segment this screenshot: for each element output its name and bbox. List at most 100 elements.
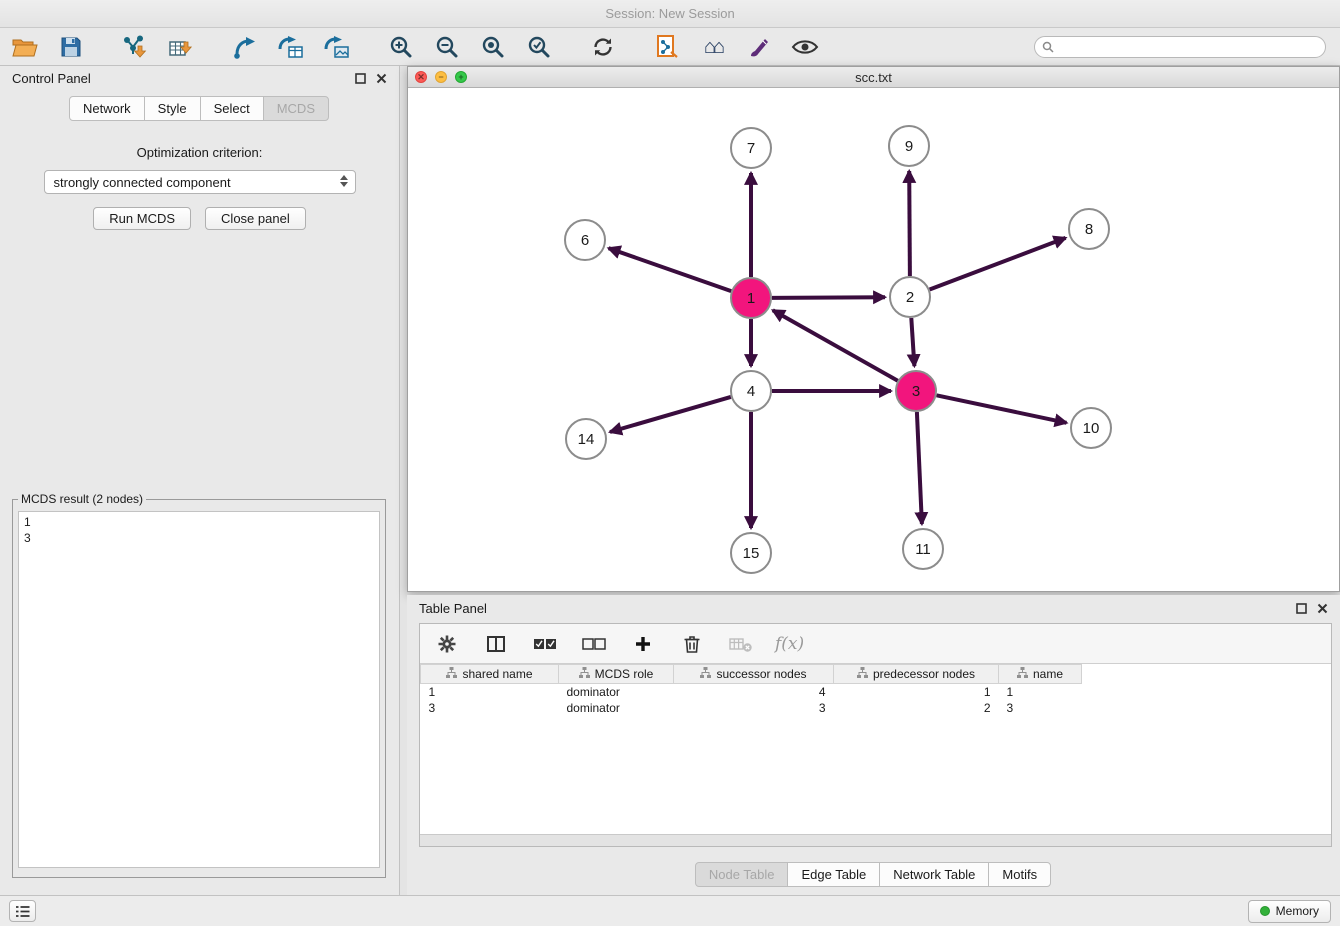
table-cell-mcds-role[interactable]: dominator — [559, 684, 674, 700]
column-header-label: MCDS role — [595, 667, 654, 681]
float-panel-icon[interactable] — [355, 73, 366, 84]
select-all-columns-icon[interactable] — [530, 629, 560, 659]
minimize-window-icon[interactable]: − — [435, 71, 447, 83]
zoom-out-icon[interactable] — [432, 32, 462, 62]
show-columns-icon[interactable] — [481, 629, 511, 659]
create-column-icon[interactable] — [628, 629, 658, 659]
network-from-selection-icon[interactable] — [230, 32, 260, 62]
tab-style[interactable]: Style — [144, 96, 201, 121]
nested-network-icon[interactable]: ⌂⌂ — [698, 32, 728, 62]
table-settings-gear-icon[interactable] — [432, 629, 462, 659]
mcds-result-list[interactable]: 13 — [18, 511, 380, 868]
close-panel-icon[interactable] — [376, 73, 387, 84]
graph-node-6[interactable]: 6 — [565, 220, 605, 260]
run-mcds-button[interactable]: Run MCDS — [93, 207, 191, 230]
table-cell-successor-nodes[interactable]: 4 — [674, 684, 834, 700]
criterion-select-value: strongly connected component — [54, 175, 231, 190]
table-tab-node-table[interactable]: Node Table — [695, 862, 789, 887]
column-header-successor-nodes[interactable]: successor nodes — [674, 665, 834, 684]
graph-node-15[interactable]: 15 — [731, 533, 771, 573]
graph-edge-3-10[interactable] — [937, 395, 1067, 423]
column-tree-icon — [1017, 667, 1028, 681]
graph-edge-3-11[interactable] — [917, 412, 922, 524]
table-cell-mcds-role[interactable]: dominator — [559, 700, 674, 716]
export-table-icon[interactable] — [276, 32, 306, 62]
open-session-icon[interactable] — [10, 32, 40, 62]
table-cell-predecessor-nodes[interactable]: 1 — [834, 684, 999, 700]
export-image-icon[interactable] — [322, 32, 352, 62]
import-table-icon[interactable] — [166, 32, 196, 62]
tab-mcds[interactable]: MCDS — [263, 96, 329, 121]
save-session-icon[interactable] — [56, 32, 86, 62]
memory-button[interactable]: Memory — [1248, 900, 1331, 923]
network-window-titlebar[interactable]: ✕ − + scc.txt — [408, 67, 1339, 88]
graph-node-7[interactable]: 7 — [731, 128, 771, 168]
graph-edge-2-9[interactable] — [909, 171, 910, 276]
task-history-button[interactable] — [9, 900, 36, 922]
style-brush-icon[interactable] — [744, 32, 774, 62]
table-cell-shared-name[interactable]: 3 — [421, 700, 559, 716]
deselect-all-columns-icon[interactable] — [579, 629, 609, 659]
table-cell-predecessor-nodes[interactable]: 2 — [834, 700, 999, 716]
tab-select[interactable]: Select — [200, 96, 264, 121]
column-header-predecessor-nodes[interactable]: predecessor nodes — [834, 665, 999, 684]
graph-edge-1-6[interactable] — [609, 248, 732, 291]
graph-node-4[interactable]: 4 — [731, 371, 771, 411]
float-table-panel-icon[interactable] — [1296, 603, 1307, 614]
network-canvas[interactable]: 7 9 6 8 1 2 4 3 14 10 15 11 — [408, 88, 1339, 591]
mcds-result-title: MCDS result (2 nodes) — [18, 492, 146, 506]
search-input[interactable] — [1034, 36, 1326, 58]
zoom-in-icon[interactable] — [386, 32, 416, 62]
refresh-layout-icon[interactable] — [588, 32, 618, 62]
table-cell-shared-name[interactable]: 1 — [421, 684, 559, 700]
app-titlebar: Session: New Session — [0, 0, 1340, 28]
graph-node-2[interactable]: 2 — [890, 277, 930, 317]
maximize-window-icon[interactable]: + — [455, 71, 467, 83]
svg-text:10: 10 — [1083, 420, 1100, 437]
network-overview-icon[interactable] — [652, 32, 682, 62]
table-tab-edge-table[interactable]: Edge Table — [787, 862, 880, 887]
function-builder-icon[interactable]: f(x) — [775, 634, 804, 654]
close-window-icon[interactable]: ✕ — [415, 71, 427, 83]
table-tab-network-table[interactable]: Network Table — [879, 862, 989, 887]
delete-column-icon[interactable] — [677, 629, 707, 659]
graph-node-1[interactable]: 1 — [731, 278, 771, 318]
graph-edge-2-8[interactable] — [930, 238, 1066, 290]
table-cell-name[interactable]: 3 — [999, 700, 1082, 716]
zoom-fit-icon[interactable] — [478, 32, 508, 62]
graph-edge-1-2[interactable] — [772, 297, 885, 298]
memory-button-label: Memory — [1276, 904, 1319, 918]
table-tab-motifs[interactable]: Motifs — [988, 862, 1051, 887]
table-tabs: Node TableEdge TableNetwork TableMotifs — [407, 862, 1340, 887]
show-hide-icon[interactable] — [790, 32, 820, 62]
zoom-selected-icon[interactable] — [524, 32, 554, 62]
svg-text:14: 14 — [578, 431, 595, 448]
svg-text:11: 11 — [915, 541, 931, 558]
close-panel-button[interactable]: Close panel — [205, 207, 306, 230]
table-row[interactable]: 1dominator411 — [421, 684, 1082, 700]
tab-network[interactable]: Network — [69, 96, 145, 121]
graph-node-8[interactable]: 8 — [1069, 209, 1109, 249]
delete-table-icon[interactable] — [726, 629, 756, 659]
vertical-splitter[interactable] — [400, 66, 407, 895]
graph-node-9[interactable]: 9 — [889, 126, 929, 166]
import-network-icon[interactable] — [120, 32, 150, 62]
table-row[interactable]: 3dominator323 — [421, 700, 1082, 716]
graph-node-14[interactable]: 14 — [566, 419, 606, 459]
column-header-mcds-role[interactable]: MCDS role — [559, 665, 674, 684]
table-horizontal-scrollbar[interactable] — [420, 834, 1331, 846]
criterion-select[interactable]: strongly connected component — [44, 170, 356, 194]
svg-text:3: 3 — [912, 383, 920, 400]
close-table-panel-icon[interactable] — [1317, 603, 1328, 614]
table-cell-name[interactable]: 1 — [999, 684, 1082, 700]
graph-node-3[interactable]: 3 — [896, 371, 936, 411]
column-header-name[interactable]: name — [999, 665, 1082, 684]
graph-edge-2-3[interactable] — [911, 318, 914, 366]
graph-node-10[interactable]: 10 — [1071, 408, 1111, 448]
graph-edge-3-1[interactable] — [773, 310, 898, 380]
table-cell-successor-nodes[interactable]: 3 — [674, 700, 834, 716]
graph-node-11[interactable]: 11 — [903, 529, 943, 569]
column-header-shared-name[interactable]: shared name — [421, 665, 559, 684]
graph-edge-4-14[interactable] — [610, 397, 731, 432]
column-header-label: name — [1033, 667, 1063, 681]
